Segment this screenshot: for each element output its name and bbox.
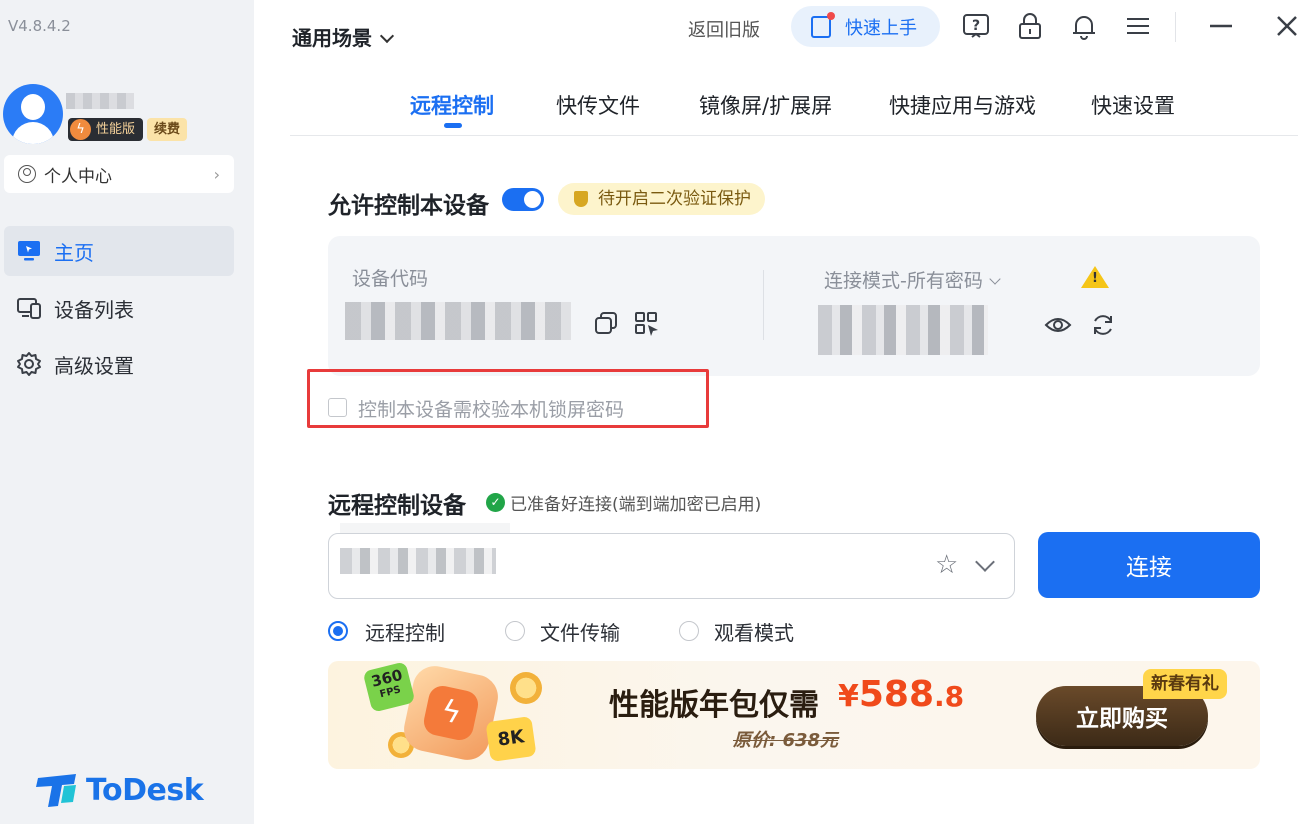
two-factor-warning-label: 待开启二次验证保护 (598, 189, 751, 209)
device-code-blurred (345, 302, 571, 340)
performance-badge[interactable]: ϟ 性能版 (68, 118, 144, 141)
refresh-icon[interactable] (1090, 312, 1116, 338)
guide-book-icon (811, 11, 835, 38)
main-tabs: 远程控制 快传文件 镜像屏/扩展屏 快捷应用与游戏 快速设置 (290, 80, 1298, 136)
two-factor-warning[interactable]: 待开启二次验证保护 (558, 183, 765, 215)
qr-code-icon[interactable] (634, 311, 660, 337)
quick-start-button[interactable]: 快速上手 (791, 6, 940, 47)
monitor-icon (18, 241, 40, 261)
lock-screen-password-label[interactable]: 控制本设备需校验本机锁屏密码 (358, 395, 624, 422)
copy-icon[interactable] (594, 311, 618, 335)
app-version: V4.8.4.2 (8, 17, 71, 35)
resolution-badge: 8K (485, 715, 537, 763)
sidebar-item-home[interactable]: 主页 (4, 226, 234, 276)
connect-button[interactable]: 连接 (1038, 532, 1260, 598)
personal-center-label: 个人中心 (44, 166, 112, 187)
original-price: 原价: 638元 (733, 730, 839, 751)
warning-icon[interactable]: ! (1081, 266, 1109, 288)
username-blurred (66, 93, 134, 109)
active-tab-indicator (444, 123, 462, 128)
tab-quick-settings[interactable]: 快速设置 (1091, 90, 1175, 120)
minimize-icon[interactable] (1207, 12, 1235, 40)
menu-icon[interactable] (1124, 12, 1152, 40)
shield-icon (574, 191, 588, 207)
performance-badge-label: 性能版 (96, 122, 136, 137)
sidebar-item-label: 设备列表 (54, 297, 134, 322)
todesk-logo-mark (36, 774, 76, 807)
connection-ready-label: 已准备好连接(端到端加密已启用) (510, 495, 762, 515)
promo-price: ¥588.8 (838, 674, 965, 715)
lock-icon[interactable] (1016, 12, 1044, 40)
sidebar-item-label: 高级设置 (54, 353, 134, 378)
scene-selector[interactable]: 通用场景 (292, 22, 395, 51)
tab-quick-transfer[interactable]: 快传文件 (556, 90, 640, 120)
sidebar-item-device-list[interactable]: 设备列表 (4, 283, 234, 333)
new-year-gift-tag: 新春有礼 (1143, 669, 1227, 699)
gear-icon (17, 352, 41, 376)
mode-radio-remote-control[interactable] (328, 621, 348, 641)
allow-control-toggle[interactable] (502, 188, 544, 211)
mode-label-file-transfer[interactable]: 文件传输 (540, 617, 620, 646)
connection-ready-status: ✓ 已准备好连接(端到端加密已启用) (486, 490, 761, 515)
sidebar: V4.8.4.2 ϟ 性能版 续费 个人中心 › 主页 设备列表 高级设置 To… (0, 0, 254, 824)
promo-title: 性能版年包仅需 (609, 688, 819, 723)
user-circle-icon (18, 165, 36, 183)
header-divider (1175, 12, 1176, 42)
chevron-right-icon: › (213, 164, 220, 184)
personal-center-button[interactable]: 个人中心 › (4, 155, 234, 193)
card-divider (763, 270, 764, 340)
avatar[interactable] (3, 84, 63, 144)
eye-icon[interactable] (1044, 313, 1072, 337)
allow-control-title: 允许控制本设备 (328, 193, 489, 219)
star-icon[interactable]: ☆ (935, 552, 958, 578)
mode-label-view-only[interactable]: 观看模式 (714, 617, 794, 646)
devices-icon (17, 298, 41, 319)
remote-device-id-blurred (340, 548, 496, 574)
bolt-icon: ϟ (70, 119, 91, 140)
logo-text: ToDesk (86, 772, 204, 808)
sidebar-item-advanced-settings[interactable]: 高级设置 (4, 339, 234, 389)
renew-badge[interactable]: 续费 (147, 118, 188, 141)
device-code-label: 设备代码 (352, 268, 429, 290)
todesk-logo: ToDesk (36, 772, 204, 808)
lock-screen-password-checkbox[interactable] (328, 398, 347, 417)
chevron-down-icon (989, 273, 1001, 285)
bell-icon[interactable] (1070, 12, 1098, 40)
remote-control-title: 远程控制设备 (328, 493, 466, 519)
quick-start-label: 快速上手 (845, 17, 917, 39)
mode-radio-file-transfer[interactable] (505, 621, 525, 641)
coin-icon (510, 672, 542, 704)
connection-mode-selector[interactable]: 连接模式-所有密码 (824, 266, 1001, 293)
close-icon[interactable] (1273, 12, 1301, 40)
svg-text:?: ? (972, 18, 980, 34)
mode-radio-view-only[interactable] (679, 621, 699, 641)
check-shield-icon: ✓ (486, 493, 505, 512)
mode-label-remote-control[interactable]: 远程控制 (365, 617, 445, 646)
scene-label: 通用场景 (292, 26, 372, 50)
connection-mode-label: 连接模式-所有密码 (824, 270, 983, 292)
tab-mirror-extend[interactable]: 镜像屏/扩展屏 (699, 90, 832, 120)
sidebar-item-label: 主页 (54, 240, 94, 265)
help-icon[interactable]: ? (962, 12, 990, 40)
password-blurred (818, 305, 988, 355)
tab-apps-games[interactable]: 快捷应用与游戏 (889, 90, 1036, 120)
tab-remote-control[interactable]: 远程控制 (410, 90, 494, 120)
chevron-down-icon (379, 28, 395, 44)
back-to-old-version-link[interactable]: 返回旧版 (688, 16, 760, 42)
